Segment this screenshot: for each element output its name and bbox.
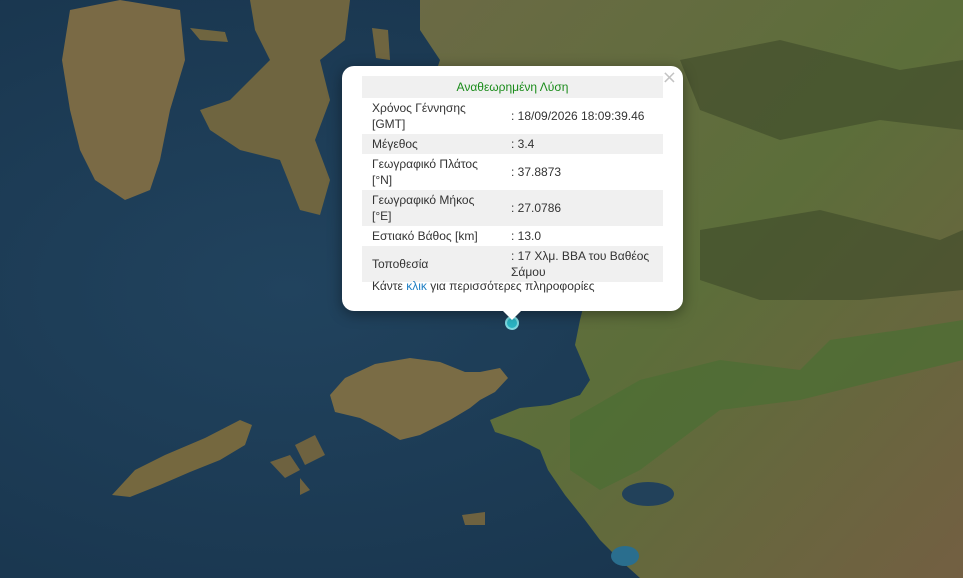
row-label: Γεωγραφικό Πλάτος [°N] — [372, 157, 478, 187]
row-label: Εστιακό Βάθος [km] — [372, 229, 478, 243]
more-prefix: Κάντε — [372, 279, 407, 293]
popup-tip — [502, 310, 522, 320]
popup-title: Αναθεωρημένη Λύση — [362, 76, 663, 98]
table-row: Χρόνος Γέννησης [GMT] : 18/09/2026 18:09… — [362, 98, 663, 134]
row-value: : 37.8873 — [511, 165, 562, 179]
table-row: Γεωγραφικό Πλάτος [°N] : 37.8873 — [362, 154, 663, 190]
table-row: Γεωγραφικό Μήκος [°E] : 27.0786 — [362, 190, 663, 226]
row-value: : 13.0 — [511, 229, 542, 243]
row-label: Μέγεθος — [362, 134, 501, 154]
row-label: Χρόνος Γέννησης [GMT] — [372, 101, 466, 131]
table-row: Μέγεθος : 3.4 — [362, 134, 663, 154]
more-info-link[interactable]: κλικ — [406, 279, 427, 293]
row-label: Τοποθεσία — [362, 246, 501, 282]
earthquake-popup: × Αναθεωρημένη Λύση Χρόνος Γέννησης [GMT… — [342, 66, 683, 311]
table-row: Τοποθεσία : 17 Χλμ. ΒΒΑ του Βαθέος Σάμου — [362, 246, 663, 282]
event-details-table: Αναθεωρημένη Λύση Χρόνος Γέννησης [GMT] … — [362, 76, 663, 282]
more-suffix: για περισσότερες πληροφορίες — [426, 279, 595, 293]
bay — [611, 546, 639, 566]
close-icon[interactable]: × — [662, 68, 677, 88]
more-info-text: Κάντε κλικ για περισσότερες πληροφορίες — [372, 279, 595, 293]
row-value: : 3.4 — [501, 134, 663, 154]
table-row: Εστιακό Βάθος [km] : 13.0 — [362, 226, 663, 246]
row-value: : 18/09/2026 18:09:39.46 — [511, 109, 645, 123]
row-label: Γεωγραφικό Μήκος [°E] — [362, 190, 501, 226]
row-value: : 17 Χλμ. ΒΒΑ του Βαθέος Σάμου — [501, 246, 663, 282]
popup-title-row: Αναθεωρημένη Λύση — [362, 76, 663, 98]
row-value: : 27.0786 — [501, 190, 663, 226]
lagoon — [622, 482, 674, 506]
